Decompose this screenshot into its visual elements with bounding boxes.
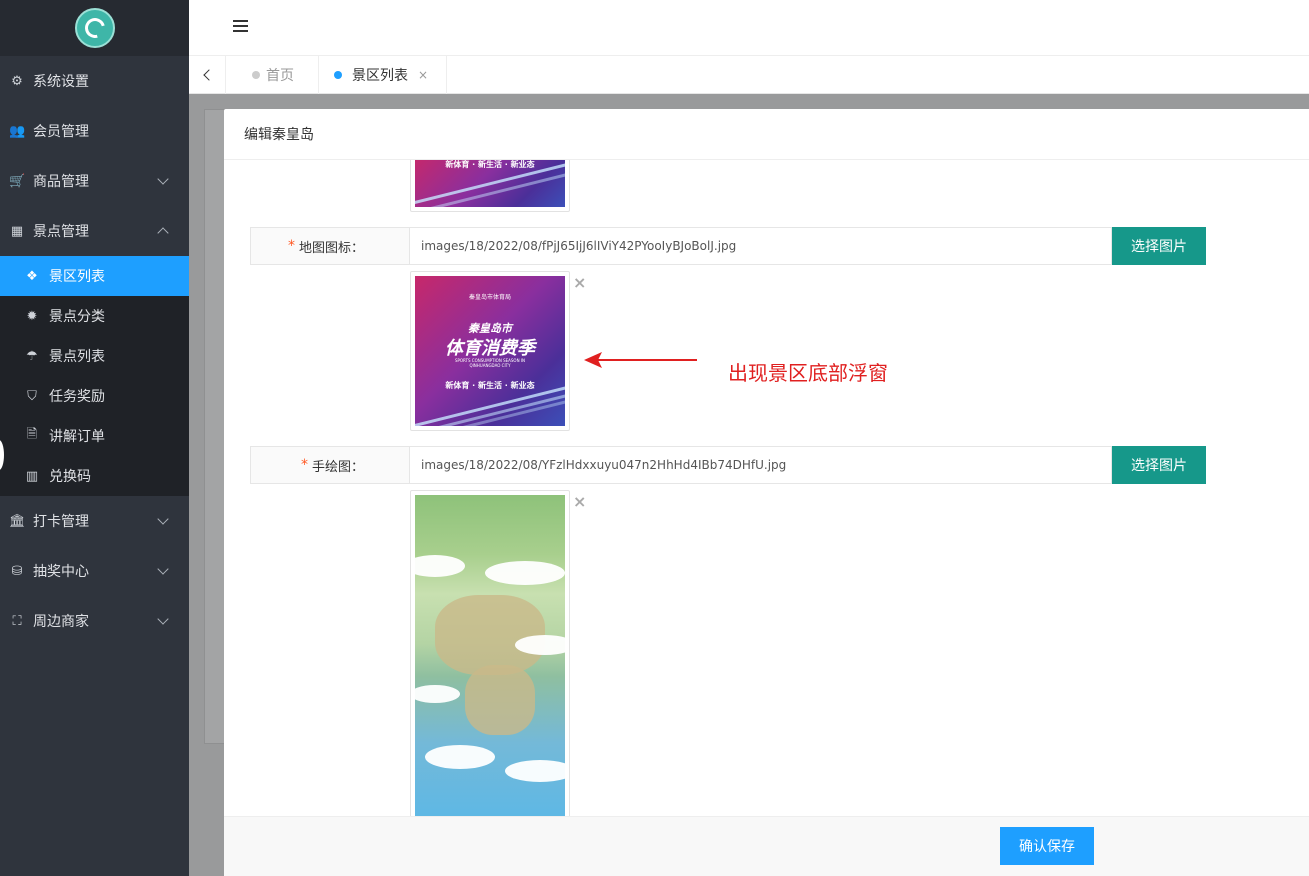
sidebar-item-product-management[interactable]: 🛒 商品管理 [0,156,189,206]
close-icon[interactable]: × [418,68,428,82]
confirm-save-button[interactable]: 确认保存 [1000,827,1094,865]
database-icon: ⛁ [11,563,23,579]
poster-bottom-text: 新体育 · 新生活 · 新业态 [445,381,535,390]
map-icon-path-input[interactable]: images/18/2022/08/fPjJ65IjJ6lIViY42PYooI… [409,227,1112,265]
tab-bar: 首页 景区列表 × [189,56,1309,94]
hand-drawn-map-path-input[interactable]: images/18/2022/08/YFzlHdxxuyu047n2HhHd4I… [409,446,1112,484]
image-preview [410,490,570,816]
chevron-down-icon [157,613,169,625]
sidebar-item-label: 周边商家 [33,614,89,630]
sidebar-subitem-scenic-spot-list[interactable]: ☂ 景点列表 [0,336,189,376]
sidebar-item-system-settings[interactable]: ⚙ 系统设置 [0,56,189,106]
sidebar-subitem-label: 任务奖励 [49,389,105,405]
document-icon: 🗎 [26,427,38,442]
cubes-icon: ❖ [26,268,38,284]
chevron-left-icon [203,69,215,81]
sidebar-item-label: 景点管理 [33,224,89,240]
sidebar: ⚙ 系统设置 👥 会员管理 🛒 商品管理 ▦ 景点管理 ❖ 景区列表 ✹ 景点分… [0,0,189,876]
modal-title: 编辑秦皇岛 [224,109,1309,160]
sitemap-icon: ⛶ [12,613,22,629]
tab-dot [334,71,342,79]
tab-label: 景区列表 [352,68,408,84]
select-image-button[interactable]: 选择图片 [1112,227,1206,265]
sidebar-subitem-scenic-area-list[interactable]: ❖ 景区列表 [0,256,189,296]
sidebar-subitem-label: 景点分类 [49,309,105,325]
remove-image-icon[interactable]: × [573,273,586,292]
tab-scenic-area-list[interactable]: 景区列表 × [319,56,448,94]
cart-icon: 🛒 [9,173,26,189]
sidebar-item-scenic-management[interactable]: ▦ 景点管理 [0,206,189,256]
barcode-icon: ▥ [25,468,39,484]
users-icon: 👥 [9,123,26,139]
poster-subtitle: SPORTS CONSUMPTION SEASON IN QINHUANGDAO… [454,358,526,368]
sidebar-subitem-label: 景点列表 [49,349,105,365]
form-row-map-icon: * 地图图标： images/18/2022/08/fPjJ65IjJ6lIVi… [250,227,1309,265]
required-mark: * [287,238,295,254]
gears-icon: ⚙ [11,73,23,89]
menu-toggle-icon[interactable] [233,20,248,33]
tab-prev-button[interactable] [189,56,226,94]
sidebar-subitem-redeem-code[interactable]: ▥ 兑换码 [0,456,189,496]
sidebar-subitem-label: 景区列表 [49,269,105,285]
field-label-text: 地图图标： [298,240,364,256]
poster-top-text: 秦皇岛市体育局 [468,294,511,301]
sidebar-item-nearby-merchants[interactable]: ⛶ 周边商家 [0,596,189,646]
bank-icon: 🏛 [9,513,26,529]
sidebar-item-label: 会员管理 [33,124,89,140]
sidebar-subitem-scenic-category[interactable]: ✹ 景点分类 [0,296,189,336]
image-preview: 秦皇岛市体育局 秦皇岛市 体育消费季 SPORTS CONSUMPTION SE… [410,271,570,431]
sidebar-item-label: 系统设置 [33,74,89,90]
top-header [189,0,1309,56]
poster-image: 秦皇岛市体育局 秦皇岛市 体育消费季 SPORTS CONSUMPTION SE… [415,276,565,426]
tab-dot [252,71,260,79]
chevron-down-icon [157,563,169,575]
scenic-submenu: ❖ 景区列表 ✹ 景点分类 ☂ 景点列表 ⛉ 任务奖励 🗎 讲解订单 ▥ 兑换码 [0,256,189,496]
tab-label: 首页 [266,68,294,84]
poster-bottom-text: 新体育 · 新生活 · 新业态 [445,160,535,169]
required-mark: * [300,457,308,473]
umbrella-icon: ☂ [26,348,38,364]
sidebar-item-lottery-center[interactable]: ⛁ 抽奖中心 [0,546,189,596]
sidebar-item-label: 商品管理 [33,174,89,190]
hand-drawn-map-image [415,495,565,816]
logo-area [0,0,189,56]
shield-icon: ⛉ [27,388,37,404]
edit-modal: 编辑秦皇岛 新体育 · 新生活 · 新业态 * 地图图标： images/18/… [224,109,1309,876]
sidebar-item-label: 抽奖中心 [33,564,89,580]
field-label-text: 手绘图： [311,459,364,475]
sidebar-subitem-guide-orders[interactable]: 🗎 讲解订单 [0,416,189,456]
chevron-up-icon [157,227,169,239]
field-label: * 手绘图： [250,446,410,484]
gear-icon: ✹ [26,308,38,324]
sidebar-item-member-management[interactable]: 👥 会员管理 [0,106,189,156]
select-image-button[interactable]: 选择图片 [1112,446,1206,484]
poster-line2: 体育消费季 [445,338,535,359]
field-label: * 地图图标： [250,227,410,265]
grid-icon: ▦ [10,223,24,239]
sidebar-item-label: 打卡管理 [33,514,89,530]
sidebar-subitem-label: 兑换码 [49,469,91,485]
image-preview: 新体育 · 新生活 · 新业态 [410,160,570,212]
modal-footer: 确认保存 [224,816,1309,876]
modal-body: 新体育 · 新生活 · 新业态 * 地图图标： images/18/2022/0… [240,160,1309,816]
chevron-down-icon [157,513,169,525]
chevron-down-icon [157,173,169,185]
form-row-hand-drawn-map: * 手绘图： images/18/2022/08/YFzlHdxxuyu047n… [250,446,1309,484]
tab-home[interactable]: 首页 [226,56,319,94]
sidebar-subitem-label: 讲解订单 [49,429,105,445]
logo[interactable] [74,8,115,48]
annotation-arrow-icon [584,352,697,368]
sidebar-item-checkin-management[interactable]: 🏛 打卡管理 [0,496,189,546]
annotation-text: 出现景区底部浮窗 [728,361,888,385]
sidebar-subitem-task-reward[interactable]: ⛉ 任务奖励 [0,376,189,416]
remove-image-icon[interactable]: × [573,492,586,511]
